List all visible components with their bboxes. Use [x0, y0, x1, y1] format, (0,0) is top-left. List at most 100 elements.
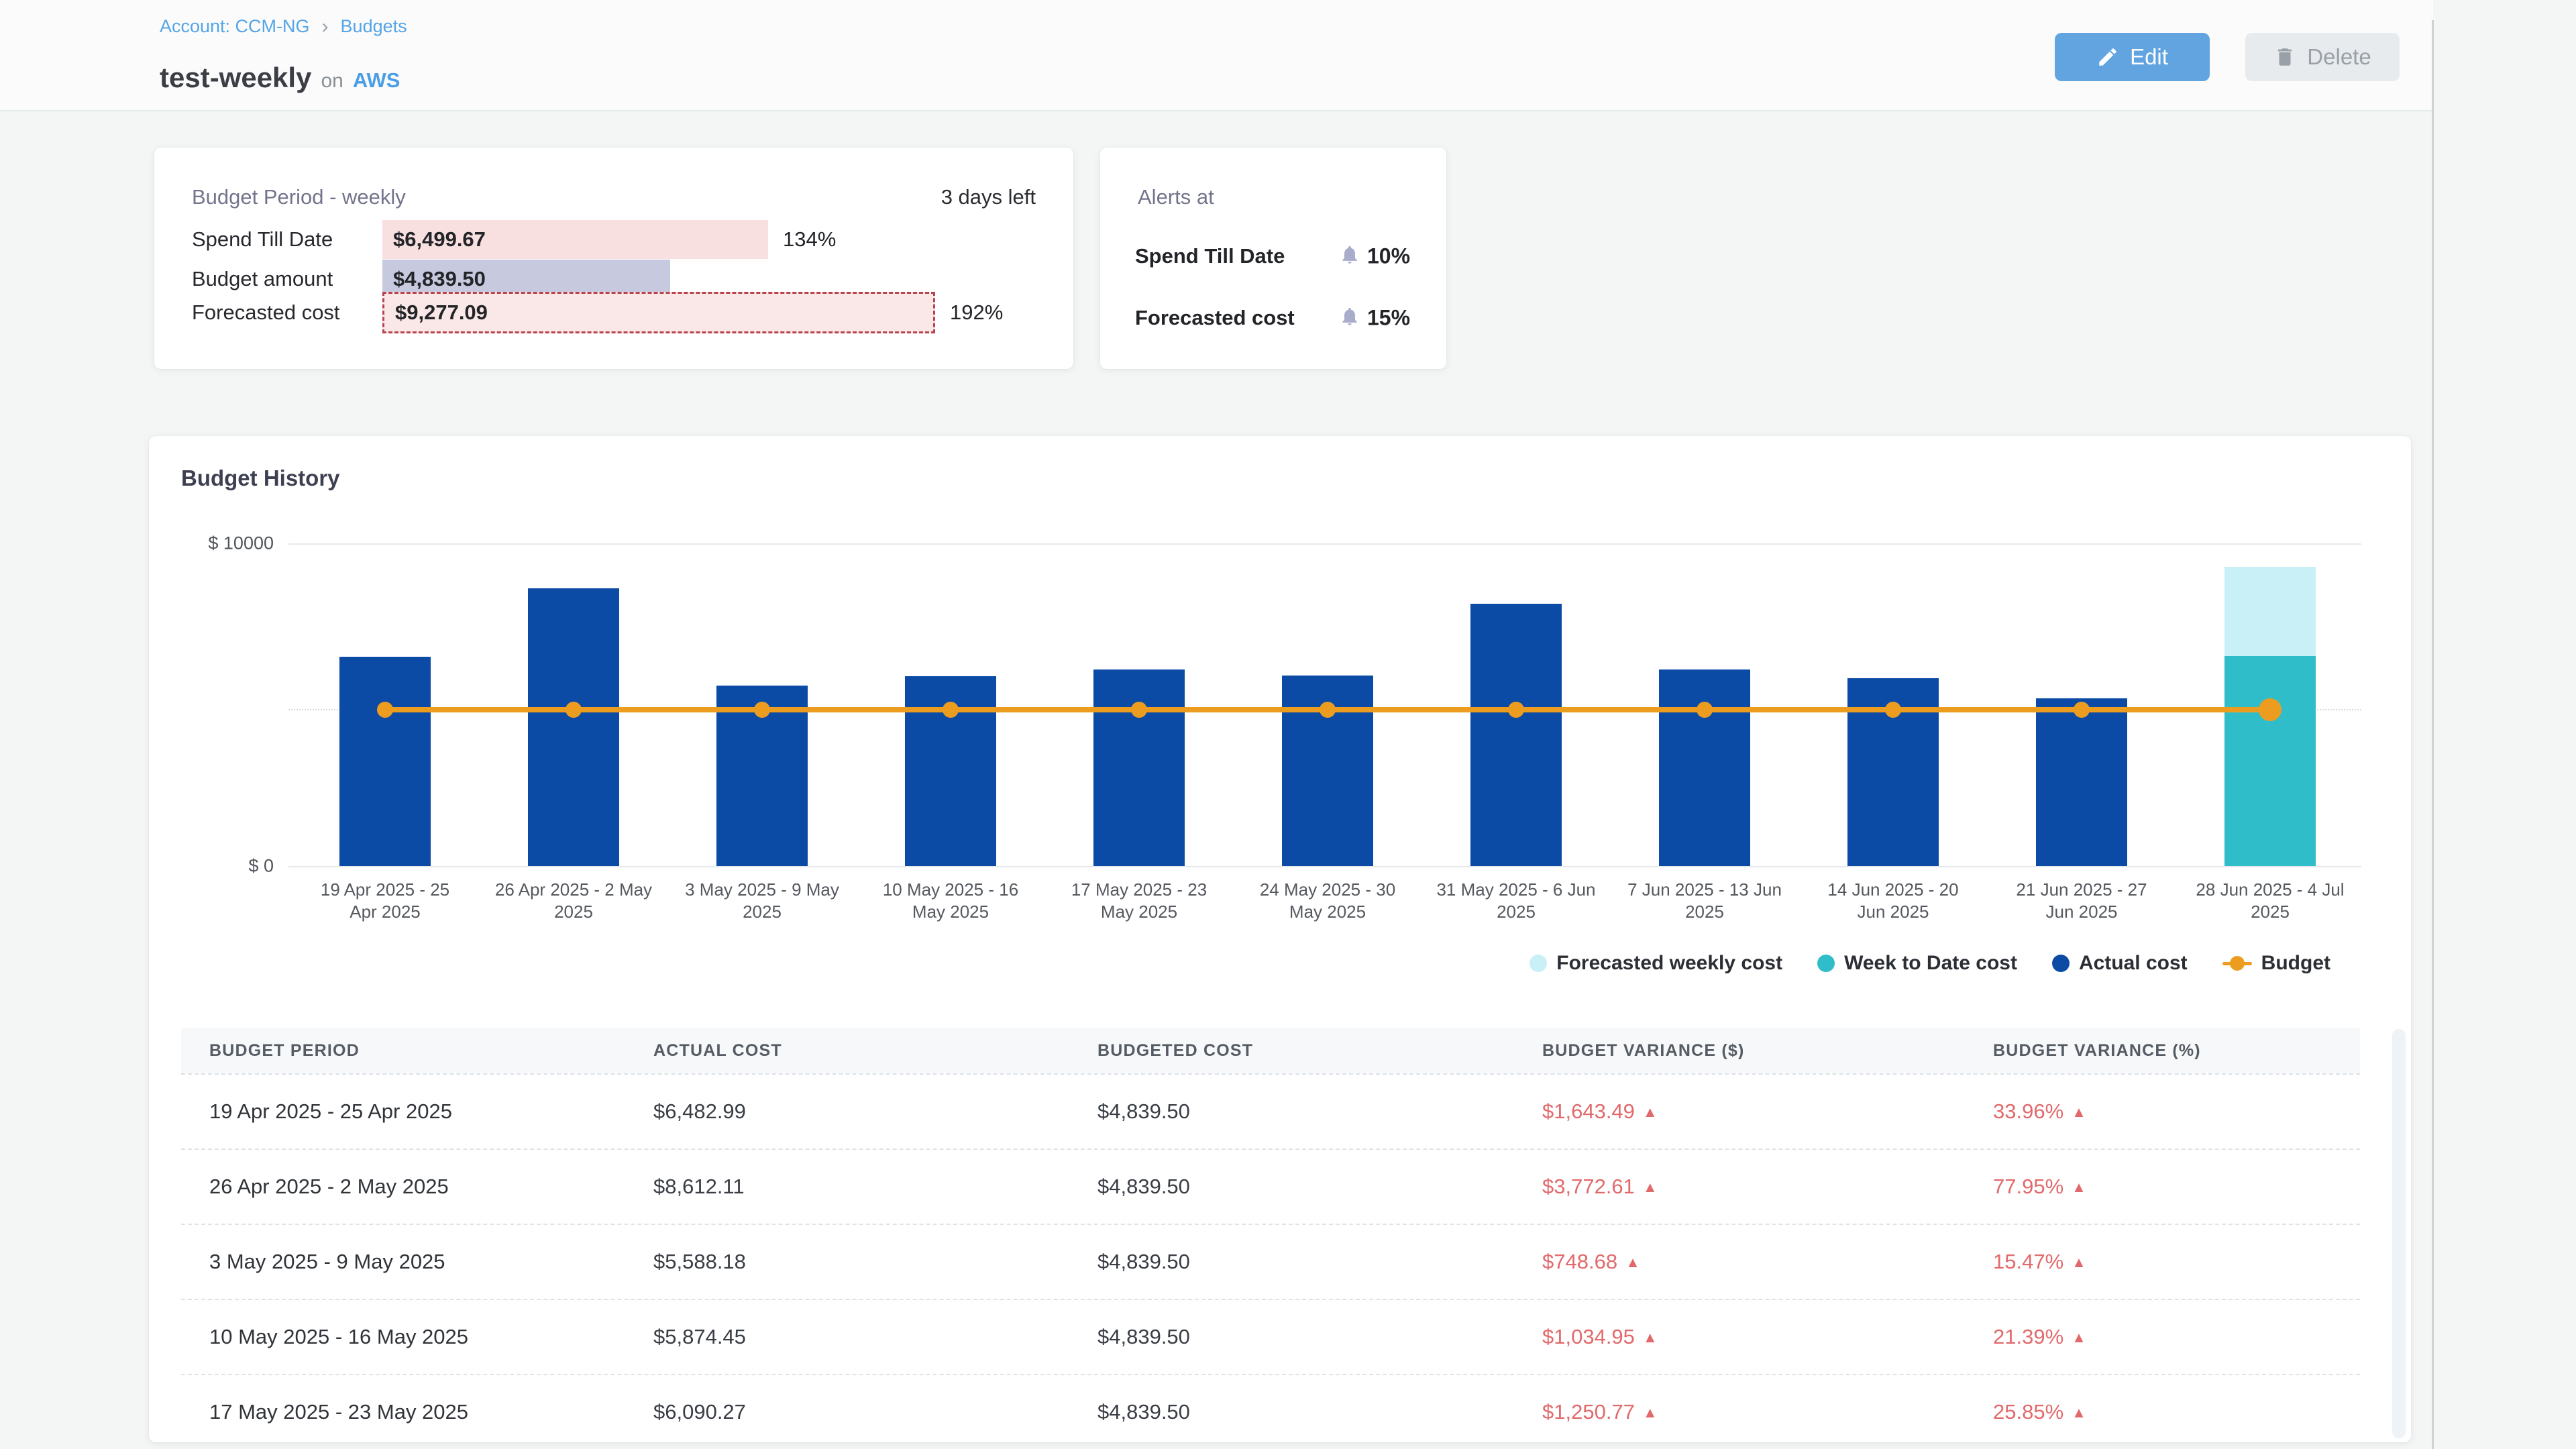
- bar-actual-cost[interactable]: [1659, 669, 1750, 866]
- table-scrollbar[interactable]: [2392, 1029, 2406, 1438]
- x-axis-label: 21 Jun 2025 - 27Jun 2025: [1994, 879, 2169, 923]
- legend-item-budget[interactable]: Budget: [2222, 952, 2330, 975]
- table-row: 19 Apr 2025 - 25 Apr 2025$6,482.99$4,839…: [181, 1073, 2360, 1148]
- pencil-icon: [2096, 46, 2119, 68]
- table-row: 3 May 2025 - 9 May 2025$5,588.18$4,839.5…: [181, 1224, 2360, 1299]
- chart-legend: Forecasted weekly cost Week to Date cost A…: [1529, 946, 2330, 981]
- bar-actual-cost[interactable]: [528, 588, 619, 866]
- triangle-up-icon: ▲: [2072, 1329, 2086, 1346]
- x-axis-label: 19 Apr 2025 - 25Apr 2025: [298, 879, 472, 923]
- legend-item-week-to-date-cost[interactable]: Week to Date cost: [1817, 952, 2017, 975]
- budget-line-marker: [1131, 702, 1147, 718]
- budget-line-marker: [2259, 698, 2282, 721]
- table-cell: $4,839.50: [1069, 1099, 1514, 1124]
- x-axis-label: 28 Jun 2025 - 4 Jul2025: [2183, 879, 2357, 923]
- budget-line-marker: [377, 702, 393, 718]
- triangle-up-icon: ▲: [1643, 1404, 1658, 1421]
- budget-period-row-value: $9,277.09: [395, 301, 488, 325]
- budget-line-marker: [1885, 702, 1901, 718]
- bar-week-to-date-cost[interactable]: [2224, 656, 2316, 866]
- table-cell: $8,612.11: [625, 1175, 1069, 1199]
- chevron-right-icon: ›: [322, 17, 329, 36]
- bar-actual-cost[interactable]: [1470, 604, 1562, 866]
- legend-swatch-circle: [2052, 955, 2070, 972]
- budget-line-marker: [566, 702, 582, 718]
- bar-actual-cost[interactable]: [1093, 669, 1185, 866]
- breadcrumb-account-link[interactable]: Account: CCM-NG: [160, 16, 310, 37]
- page-scrollbar[interactable]: [2432, 20, 2434, 1449]
- legend-item-actual-cost[interactable]: Actual cost: [2052, 952, 2188, 975]
- table-column-header: BUDGET PERIOD: [181, 1041, 625, 1061]
- table-cell: $748.68▲: [1514, 1250, 1965, 1274]
- budget-period-row-label: Budget amount: [192, 267, 333, 291]
- table-cell: $4,839.50: [1069, 1250, 1514, 1274]
- budget-period-row-percent: 192%: [950, 301, 1003, 325]
- table-cell: 3 May 2025 - 9 May 2025: [181, 1250, 625, 1274]
- budget-period-row-value: $6,499.67: [393, 227, 486, 252]
- table-row: 10 May 2025 - 16 May 2025$5,874.45$4,839…: [181, 1299, 2360, 1374]
- budget-period-row-label: Forecasted cost: [192, 301, 340, 325]
- triangle-up-icon: ▲: [1643, 1104, 1658, 1120]
- budget-period-card: Budget Period - weekly 3 days left Spend…: [154, 148, 1073, 369]
- triangle-up-icon: ▲: [1643, 1329, 1658, 1346]
- triangle-up-icon: ▲: [2072, 1104, 2086, 1120]
- alert-row-label: Spend Till Date: [1135, 244, 1285, 268]
- delete-button-label: Delete: [2307, 44, 2371, 70]
- bell-icon: [1339, 306, 1360, 331]
- table-cell: $6,090.27: [625, 1400, 1069, 1424]
- legend-label: Forecasted weekly cost: [1556, 952, 1782, 975]
- legend-swatch-budget-line: [2222, 955, 2252, 972]
- y-axis-label-zero: $ 0: [149, 856, 274, 877]
- alert-row-threshold: 15%: [1339, 306, 1410, 331]
- alerts-card: Alerts at Spend Till Date10%Forecasted c…: [1100, 148, 1446, 369]
- table-cell: $4,839.50: [1069, 1175, 1514, 1199]
- table-cell: $4,839.50: [1069, 1400, 1514, 1424]
- breadcrumb: Account: CCM-NG › Budgets: [160, 16, 407, 37]
- legend-swatch-circle: [1817, 955, 1835, 972]
- triangle-up-icon: ▲: [1625, 1254, 1640, 1271]
- table-cell: $4,839.50: [1069, 1325, 1514, 1349]
- bar-actual-cost[interactable]: [2036, 698, 2127, 866]
- table-column-header: ACTUAL COST: [625, 1041, 1069, 1061]
- x-axis-label: 10 May 2025 - 16May 2025: [863, 879, 1038, 923]
- x-axis-label: 14 Jun 2025 - 20Jun 2025: [1806, 879, 1980, 923]
- trash-icon: [2273, 46, 2296, 68]
- delete-button[interactable]: Delete: [2245, 33, 2400, 81]
- y-axis-label-max: $ 10000: [149, 533, 274, 554]
- table-column-header: BUDGETED COST: [1069, 1041, 1514, 1061]
- cloud-platform-label: AWS: [353, 68, 400, 93]
- alerts-card-title: Alerts at: [1138, 185, 1214, 209]
- table-cell: $1,034.95▲: [1514, 1325, 1965, 1349]
- table-cell: 10 May 2025 - 16 May 2025: [181, 1325, 625, 1349]
- budget-period-row-value: $4,839.50: [393, 267, 486, 291]
- budget-line-marker: [1697, 702, 1713, 718]
- budget-line-marker: [754, 702, 770, 718]
- table-cell: 25.85%▲: [1965, 1400, 2360, 1424]
- table-cell: 33.96%▲: [1965, 1099, 2360, 1124]
- table-cell: 17 May 2025 - 23 May 2025: [181, 1400, 625, 1424]
- x-axis-label: 26 Apr 2025 - 2 May2025: [486, 879, 661, 923]
- table-column-header: BUDGET VARIANCE (%): [1965, 1041, 2360, 1061]
- breadcrumb-budgets-link[interactable]: Budgets: [341, 16, 407, 37]
- x-axis-label: 24 May 2025 - 30May 2025: [1240, 879, 1415, 923]
- table-cell: 77.95%▲: [1965, 1175, 2360, 1199]
- legend-item-forecasted-weekly-cost[interactable]: Forecasted weekly cost: [1529, 952, 1782, 975]
- bar-forecasted-weekly-cost[interactable]: [2224, 567, 2316, 656]
- edit-button[interactable]: Edit: [2055, 33, 2210, 81]
- alert-threshold-value: 10%: [1367, 244, 1410, 269]
- table-row: 26 Apr 2025 - 2 May 2025$8,612.11$4,839.…: [181, 1148, 2360, 1224]
- edit-button-label: Edit: [2130, 44, 2168, 70]
- alert-threshold-value: 15%: [1367, 306, 1410, 331]
- table-header-row: BUDGET PERIODACTUAL COSTBUDGETED COST BUD…: [181, 1028, 2360, 1073]
- budget-period-row-label: Spend Till Date: [192, 227, 333, 252]
- x-axis-label: 17 May 2025 - 23May 2025: [1052, 879, 1226, 923]
- bar-actual-cost[interactable]: [339, 657, 431, 866]
- table-cell: $5,588.18: [625, 1250, 1069, 1274]
- budget-line-marker: [2074, 702, 2090, 718]
- table-cell: $6,482.99: [625, 1099, 1069, 1124]
- alert-row-threshold: 10%: [1339, 244, 1410, 269]
- legend-swatch-circle: [1529, 955, 1547, 972]
- table-cell: 21.39%▲: [1965, 1325, 2360, 1349]
- x-axis-baseline: [288, 866, 2361, 867]
- x-axis-label: 31 May 2025 - 6 Jun2025: [1429, 879, 1603, 923]
